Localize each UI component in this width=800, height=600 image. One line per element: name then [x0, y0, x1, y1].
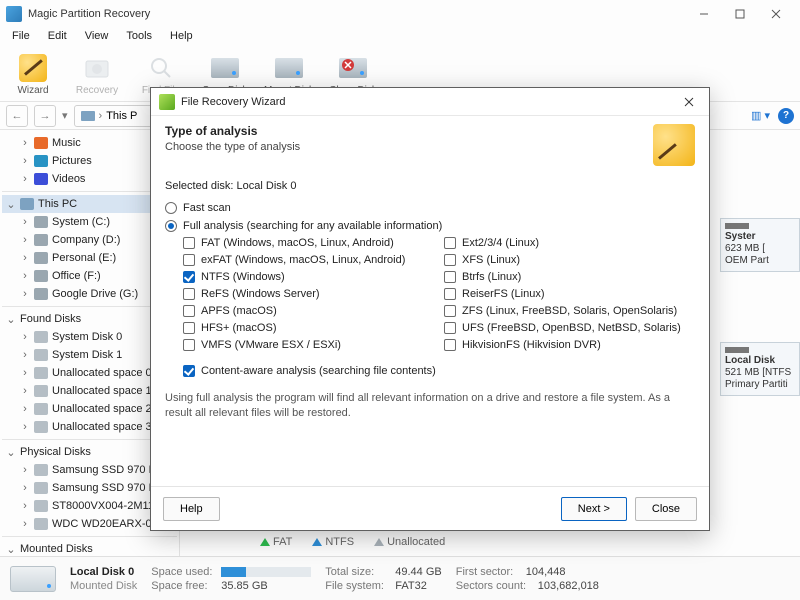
- analysis-description: Using full analysis the program will fin…: [165, 391, 695, 421]
- menu-tools[interactable]: Tools: [118, 28, 160, 48]
- maximize-button[interactable]: [722, 2, 758, 26]
- wand-icon: [653, 124, 695, 166]
- fs-checkbox[interactable]: NTFS (Windows): [183, 271, 434, 283]
- dialog-close-button[interactable]: [677, 92, 701, 112]
- wizard-button[interactable]: Wizard: [6, 53, 60, 96]
- fs-checkbox[interactable]: HFS+ (macOS): [183, 322, 434, 334]
- dialog-subheading: Choose the type of analysis: [165, 141, 653, 153]
- fs-checkbox[interactable]: UFS (FreeBSD, OpenBSD, NetBSD, Solaris): [444, 322, 695, 334]
- view-menu-icon[interactable]: ▥ ▾: [751, 109, 770, 122]
- fs-checkbox[interactable]: APFS (macOS): [183, 305, 434, 317]
- fs-checkbox[interactable]: Ext2/3/4 (Linux): [444, 237, 695, 249]
- app-icon: [6, 6, 22, 22]
- title-bar: Magic Partition Recovery: [0, 0, 800, 28]
- fs-checkbox[interactable]: FAT (Windows, macOS, Linux, Android): [183, 237, 434, 249]
- fs-checkbox[interactable]: ReFS (Windows Server): [183, 288, 434, 300]
- app-title: Magic Partition Recovery: [28, 8, 686, 20]
- fs-checkbox[interactable]: HikvisionFS (Hikvision DVR): [444, 339, 695, 351]
- nav-back-button[interactable]: ←: [6, 105, 28, 127]
- selected-disk-label: Selected disk: Local Disk 0: [165, 180, 695, 192]
- fs-checkbox[interactable]: XFS (Linux): [444, 254, 695, 266]
- breadcrumb[interactable]: ›This P: [74, 105, 154, 127]
- full-analysis-radio[interactable]: Full analysis (searching for any availab…: [165, 220, 695, 232]
- menu-edit[interactable]: Edit: [40, 28, 75, 48]
- minimize-button[interactable]: [686, 2, 722, 26]
- legend: FAT NTFS Unallocated: [260, 536, 445, 548]
- file-recovery-wizard-dialog: File Recovery Wizard Type of analysis Ch…: [150, 87, 710, 531]
- fs-checkbox[interactable]: VMFS (VMware ESX / ESXi): [183, 339, 434, 351]
- recovery-button[interactable]: Recovery: [70, 53, 124, 96]
- content-aware-checkbox[interactable]: Content-aware analysis (searching file c…: [183, 365, 695, 377]
- menu-bar: File Edit View Tools Help: [0, 28, 800, 48]
- status-bar: Local Disk 0 Mounted Disk Space used: Sp…: [0, 556, 800, 600]
- close-button[interactable]: Close: [635, 497, 697, 521]
- dialog-heading: Type of analysis: [165, 124, 653, 138]
- chevron-down-icon[interactable]: ▾: [62, 109, 68, 122]
- menu-view[interactable]: View: [77, 28, 117, 48]
- nav-forward-button[interactable]: →: [34, 105, 56, 127]
- close-button[interactable]: [758, 2, 794, 26]
- fs-checkbox[interactable]: Btrfs (Linux): [444, 271, 695, 283]
- disk-card-local[interactable]: Local Disk 521 MB [NTFS Primary Partiti: [720, 342, 800, 396]
- fs-checkbox[interactable]: ReiserFS (Linux): [444, 288, 695, 300]
- pc-icon: [81, 111, 95, 121]
- fast-scan-radio[interactable]: Fast scan: [165, 202, 695, 214]
- fs-checkbox[interactable]: exFAT (Windows, macOS, Linux, Android): [183, 254, 434, 266]
- status-disk-name: Local Disk 0: [70, 566, 137, 578]
- dialog-title-bar: File Recovery Wizard: [151, 88, 709, 116]
- disk-card-system[interactable]: Syster 623 MB [ OEM Part: [720, 218, 800, 272]
- next-button[interactable]: Next >: [561, 497, 627, 521]
- hdd-icon: [10, 566, 56, 592]
- wizard-icon: [159, 94, 175, 110]
- fs-checkbox[interactable]: ZFS (Linux, FreeBSD, Solaris, OpenSolari…: [444, 305, 695, 317]
- menu-help[interactable]: Help: [162, 28, 201, 48]
- tree-item[interactable]: ⌄Mounted Disks: [2, 540, 177, 556]
- menu-file[interactable]: File: [4, 28, 38, 48]
- help-icon[interactable]: ?: [778, 108, 794, 124]
- status-disk-sub: Mounted Disk: [70, 580, 137, 592]
- space-used-bar: [221, 567, 311, 577]
- help-button[interactable]: Help: [163, 497, 220, 521]
